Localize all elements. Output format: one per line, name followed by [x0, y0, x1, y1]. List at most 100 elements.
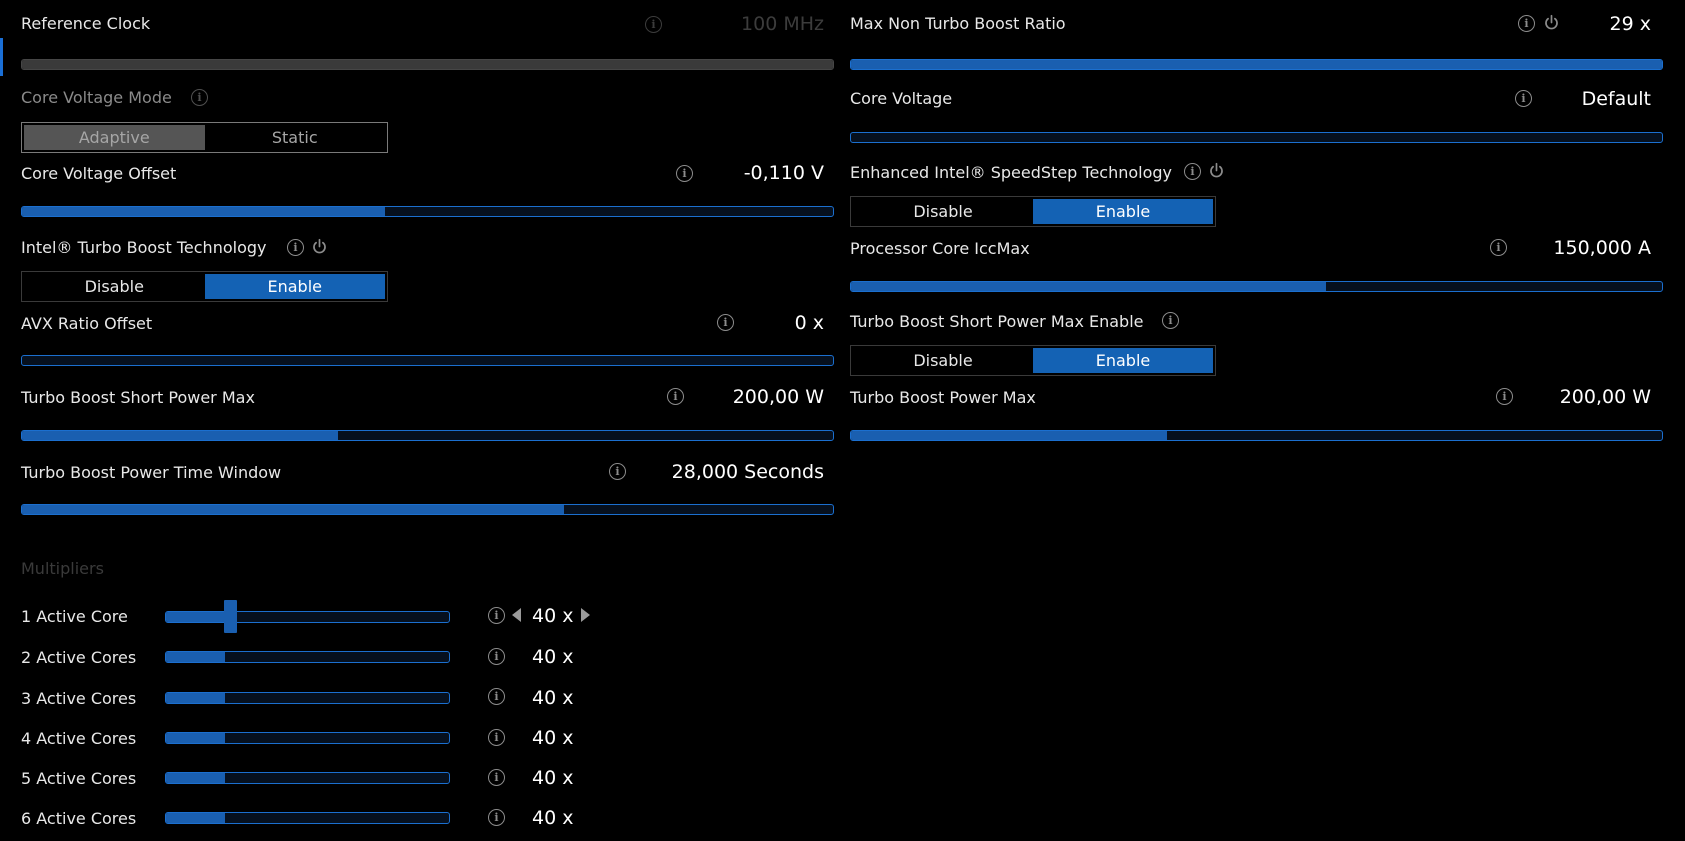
info-icon[interactable]: i — [667, 388, 684, 405]
max-non-turbo-ratio-slider[interactable] — [850, 59, 1663, 70]
slider-fill — [166, 693, 226, 703]
core-voltage-offset-value: -0,110 V — [743, 162, 824, 184]
turbo-power-max-label: Turbo Boost Power Max — [850, 388, 1036, 407]
reference-clock-value: 100 MHz — [741, 13, 824, 35]
turbo-short-power-max-slider[interactable] — [21, 430, 834, 441]
core-iccmax-value: 150,000 A — [1553, 237, 1651, 259]
slider-thumb[interactable] — [224, 600, 237, 633]
info-icon[interactable]: i — [1184, 163, 1201, 180]
reference-clock-label: Reference Clock — [21, 14, 151, 33]
core-voltage-slider[interactable] — [850, 132, 1663, 143]
core-voltage-value: Default — [1581, 88, 1651, 110]
slider-fill — [166, 813, 226, 823]
multiplier-label: 5 Active Cores — [21, 769, 137, 788]
reference-clock-slider — [21, 59, 834, 70]
multiplier-label: 6 Active Cores — [21, 809, 137, 828]
info-icon[interactable]: i — [676, 165, 693, 182]
core-voltage-offset-slider[interactable] — [21, 206, 834, 217]
option-adaptive[interactable]: Adaptive — [24, 125, 205, 150]
avx-ratio-offset-value: 0 x — [794, 312, 824, 334]
turbo-power-max-value: 200,00 W — [1559, 386, 1651, 408]
multiplier-value: 40 x — [532, 687, 574, 709]
power-icon[interactable] — [1208, 162, 1225, 179]
slider-fill — [166, 612, 232, 622]
turbo-power-time-window-label: Turbo Boost Power Time Window — [21, 463, 282, 482]
info-icon[interactable]: i — [191, 89, 208, 106]
multiplier-value: 40 x — [532, 807, 574, 829]
left-edge-indicator — [0, 38, 3, 76]
turbo-power-max-slider[interactable] — [850, 430, 1663, 441]
option-enable[interactable]: Enable — [1033, 348, 1213, 373]
multiplier-slider[interactable] — [165, 732, 450, 744]
core-voltage-mode-toggle: Adaptive Static — [21, 122, 388, 153]
info-icon[interactable]: i — [488, 607, 505, 624]
avx-ratio-offset-label: AVX Ratio Offset — [21, 314, 153, 333]
turbo-short-power-max-label: Turbo Boost Short Power Max — [21, 388, 255, 407]
turbo-power-time-window-slider[interactable] — [21, 504, 834, 515]
core-voltage-mode-label: Core Voltage Mode — [21, 88, 172, 107]
info-icon[interactable]: i — [488, 729, 505, 746]
slider-fill — [22, 431, 339, 440]
slider-fill — [166, 773, 226, 783]
increment-arrow-icon[interactable] — [581, 608, 590, 622]
info-icon[interactable]: i — [488, 809, 505, 826]
multiplier-label: 2 Active Cores — [21, 648, 137, 667]
multiplier-label: 4 Active Cores — [21, 729, 137, 748]
multiplier-label: 1 Active Core — [21, 607, 128, 626]
multiplier-slider[interactable] — [165, 651, 450, 663]
info-icon[interactable]: i — [1496, 388, 1513, 405]
multiplier-slider[interactable] — [165, 772, 450, 784]
option-disable[interactable]: Disable — [853, 199, 1033, 224]
avx-ratio-offset-slider[interactable] — [21, 355, 834, 366]
option-enable[interactable]: Enable — [204, 274, 385, 299]
slider-fill — [851, 282, 1327, 291]
slider-fill — [22, 207, 385, 216]
multiplier-slider[interactable] — [165, 611, 450, 623]
info-icon[interactable]: i — [1515, 90, 1532, 107]
info-icon[interactable]: i — [488, 769, 505, 786]
info-icon[interactable]: i — [1490, 239, 1507, 256]
info-icon[interactable]: i — [488, 688, 505, 705]
slider-fill — [851, 431, 1168, 440]
slider-fill — [166, 652, 226, 662]
max-non-turbo-ratio-label: Max Non Turbo Boost Ratio — [850, 14, 1066, 33]
core-iccmax-label: Processor Core IccMax — [850, 239, 1030, 258]
multiplier-slider[interactable] — [165, 692, 450, 704]
info-icon[interactable]: i — [717, 314, 734, 331]
turbo-boost-tech-label: Intel® Turbo Boost Technology — [21, 238, 267, 257]
info-icon[interactable]: i — [645, 16, 662, 33]
speedstep-label: Enhanced Intel® SpeedStep Technology — [850, 163, 1173, 182]
info-icon[interactable]: i — [1162, 312, 1179, 329]
multiplier-slider[interactable] — [165, 812, 450, 824]
multiplier-label: 3 Active Cores — [21, 689, 137, 708]
turbo-power-time-window-value: 28,000 Seconds — [671, 461, 824, 483]
info-icon[interactable]: i — [1518, 15, 1535, 32]
power-icon[interactable] — [311, 238, 328, 255]
core-voltage-label: Core Voltage — [850, 89, 953, 108]
option-disable[interactable]: Disable — [853, 348, 1033, 373]
multiplier-value: 40 x — [532, 605, 574, 627]
slider-fill — [851, 60, 1662, 69]
short-power-max-enable-toggle: Disable Enable — [850, 345, 1216, 376]
slider-fill — [22, 505, 564, 514]
multiplier-value: 40 x — [532, 646, 574, 668]
slider-fill — [22, 60, 833, 69]
max-non-turbo-ratio-value: 29 x — [1609, 13, 1651, 35]
core-voltage-offset-label: Core Voltage Offset — [21, 164, 177, 183]
option-enable[interactable]: Enable — [1033, 199, 1213, 224]
power-icon[interactable] — [1543, 14, 1560, 31]
turbo-short-power-max-value: 200,00 W — [732, 386, 824, 408]
slider-fill — [166, 733, 226, 743]
multipliers-heading: Multipliers — [21, 559, 104, 578]
option-disable[interactable]: Disable — [24, 274, 205, 299]
info-icon[interactable]: i — [287, 239, 304, 256]
option-static[interactable]: Static — [205, 125, 386, 150]
turbo-boost-tech-toggle: Disable Enable — [21, 271, 388, 302]
decrement-arrow-icon[interactable] — [512, 608, 521, 622]
multiplier-value: 40 x — [532, 767, 574, 789]
short-power-max-enable-label: Turbo Boost Short Power Max Enable — [850, 312, 1144, 331]
multiplier-value: 40 x — [532, 727, 574, 749]
info-icon[interactable]: i — [488, 648, 505, 665]
core-iccmax-slider[interactable] — [850, 281, 1663, 292]
info-icon[interactable]: i — [609, 463, 626, 480]
